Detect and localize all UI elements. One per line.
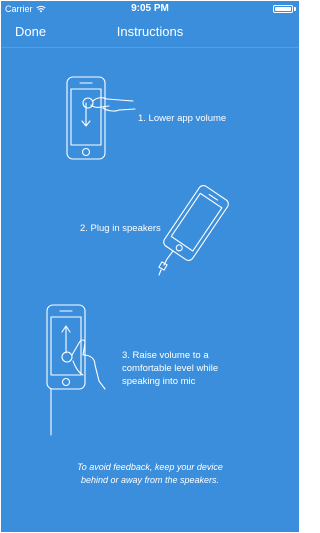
step-3-text: 3. Raise volume to a comfortable level w… bbox=[122, 349, 218, 388]
instructions-screen: Carrier 9:05 PM Done Instructions 1. Low… bbox=[1, 1, 299, 532]
phone-plug-in-illustration bbox=[158, 185, 229, 276]
navigation-bar: Done Instructions bbox=[1, 17, 299, 48]
phone-swipe-down-illustration bbox=[66, 76, 136, 160]
page-title: Instructions bbox=[116, 24, 184, 39]
battery-fill bbox=[275, 7, 291, 11]
step-3-line-2: comfortable level while bbox=[122, 363, 219, 374]
battery-tip bbox=[294, 7, 296, 11]
feedback-note-line-1: To avoid feedback, keep your device bbox=[77, 462, 223, 472]
step-3-line-1: 3. Raise volume to a bbox=[122, 350, 209, 361]
status-time: 9:05 PM bbox=[131, 3, 169, 14]
battery-icon bbox=[273, 5, 293, 13]
step-1-text: 1. Lower app volume bbox=[138, 113, 227, 124]
step-3-line-3: speaking into mic bbox=[122, 376, 196, 387]
step-2-text: 2. Plug in speakers bbox=[80, 223, 161, 234]
phone-swipe-up-illustration bbox=[46, 304, 106, 436]
status-bar: Carrier 9:05 PM bbox=[1, 1, 299, 17]
feedback-note-line-2: behind or away from the speakers. bbox=[80, 475, 220, 485]
feedback-note: To avoid feedback, keep your device behi… bbox=[41, 461, 259, 487]
